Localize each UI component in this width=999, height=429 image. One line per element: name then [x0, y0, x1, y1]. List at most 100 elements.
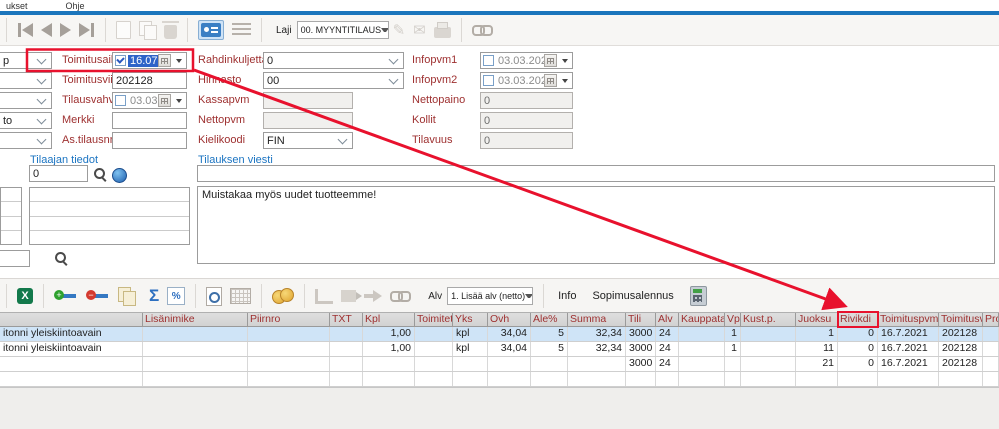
address-row[interactable] [30, 202, 189, 216]
delete-record-button[interactable] [164, 21, 177, 39]
checkbox[interactable] [115, 95, 126, 106]
table-row[interactable]: 30002421016.7.2021202128 [0, 357, 999, 372]
left-clipped-dropdown[interactable] [0, 92, 52, 109]
alv-dropdown[interactable]: 1. Lisää alv (netto) [447, 287, 533, 305]
search-icon[interactable] [93, 167, 108, 182]
delete-row-button[interactable] [86, 288, 110, 304]
first-record-button[interactable] [17, 23, 33, 37]
mail-button[interactable] [413, 21, 426, 39]
column-header-kauppatapa[interactable]: Kauppatapa [679, 313, 725, 326]
last-record-button[interactable] [79, 23, 95, 37]
export-excel-button[interactable] [17, 288, 33, 304]
customer-address-box[interactable] [29, 187, 190, 245]
previous-record-button[interactable] [41, 23, 52, 37]
checkbox[interactable] [115, 55, 126, 66]
left-clipped-dropdown[interactable]: to [0, 112, 52, 129]
field-hinnasto[interactable]: 00 [263, 72, 404, 89]
field-as-tilausnr[interactable] [112, 132, 187, 149]
column-header-projekti[interactable]: Projekti [983, 313, 999, 326]
column-header-txt[interactable]: TXT [330, 313, 363, 326]
link-rows-button[interactable] [390, 290, 410, 302]
calculator-button[interactable] [690, 286, 707, 306]
date-value[interactable]: 03.03.2021 [496, 75, 544, 87]
dropdown-arrow-icon[interactable] [176, 59, 182, 63]
dropdown-arrow-icon[interactable] [562, 79, 568, 83]
column-header-toimituspvm[interactable]: Toimituspvm [878, 313, 939, 326]
copy-rows-button[interactable] [118, 287, 135, 305]
column-header-piirnro[interactable]: Piirnro [248, 313, 330, 326]
column-header-summa[interactable]: Summa [568, 313, 626, 326]
card-view-button[interactable] [198, 20, 224, 40]
search-icon[interactable] [54, 251, 69, 266]
address-row[interactable] [30, 231, 189, 244]
left-clipped-dropdown[interactable] [0, 72, 52, 89]
field-nettopaino[interactable]: 0 [480, 92, 573, 109]
customer-number-input[interactable]: 0 [29, 165, 88, 182]
calendar-icon[interactable] [544, 54, 557, 67]
column-header-lis-nimike[interactable]: Lisänimike [143, 313, 248, 326]
field-toimitusviikko[interactable]: 202128 [112, 72, 187, 89]
sum-button[interactable] [149, 286, 159, 306]
field-kassapvm[interactable] [263, 92, 353, 109]
sopimusalennus-button[interactable]: Sopimusalennus [584, 287, 681, 305]
laji-dropdown[interactable]: 00. MYYNTITILAUS [297, 21, 389, 39]
table-row[interactable] [0, 372, 999, 387]
column-header-juoksu[interactable]: Juoksu [796, 313, 838, 326]
left-clipped-search-input[interactable] [0, 250, 30, 267]
field-tilausvahvistus[interactable]: 03.03.2021 [112, 92, 187, 109]
column-header-kpl[interactable]: Kpl [363, 313, 415, 326]
calendar-icon[interactable] [158, 54, 171, 67]
print-button[interactable] [434, 22, 451, 38]
table-row[interactable]: itonni yleiskiintoavain1,00kpl34,04532,3… [0, 327, 999, 342]
import-rows-button[interactable] [341, 290, 356, 302]
grid-view-button[interactable] [230, 288, 251, 304]
column-header-vp[interactable]: Vp [725, 313, 741, 326]
field-tilavuus[interactable]: 0 [480, 132, 573, 149]
column-header-yks[interactable]: Yks [453, 313, 488, 326]
calendar-icon[interactable] [544, 74, 557, 87]
date-value[interactable]: 03.03.2021 [496, 55, 544, 67]
column-header-kust-p[interactable]: Kust.p. [741, 313, 796, 326]
globe-icon[interactable] [112, 168, 127, 183]
prices-button[interactable] [272, 288, 294, 304]
column-header-rivikdi[interactable]: Rivikdi [838, 313, 878, 326]
field-rahdinkuljettaja[interactable]: 0 [263, 52, 404, 69]
list-view-button[interactable] [232, 23, 251, 38]
column-header-product[interactable] [0, 313, 143, 326]
table-row[interactable]: itonni yleiskiintoavain1,00kpl34,04532,3… [0, 342, 999, 357]
info-button[interactable]: Info [550, 287, 584, 305]
column-header-toimitettu[interactable]: Toimitettu [415, 313, 453, 326]
column-header-tili[interactable]: Tili [626, 313, 656, 326]
column-header-ale[interactable]: Ale% [531, 313, 568, 326]
address-row[interactable] [30, 188, 189, 202]
dropdown-arrow-icon[interactable] [562, 59, 568, 63]
copy-record-button[interactable] [139, 21, 156, 39]
preview-button[interactable] [206, 287, 222, 306]
field-kielikoodi[interactable]: FIN [263, 132, 353, 149]
date-value[interactable]: 03.03.2021 [128, 95, 158, 107]
order-message-subject-input[interactable] [197, 165, 995, 182]
add-row-button[interactable] [54, 288, 78, 304]
field-kollit[interactable]: 0 [480, 112, 573, 129]
link-button[interactable] [472, 24, 492, 36]
next-record-button[interactable] [60, 23, 71, 37]
field-toimitusaika[interactable]: 16.07.2021 [112, 52, 187, 69]
menu-item-asetukset[interactable]: ukset [6, 1, 28, 11]
move-row-button[interactable] [315, 289, 333, 304]
column-header-toimitusvko[interactable]: Toimitusvko [939, 313, 983, 326]
order-message-textarea[interactable]: Muistakaa myös uudet tuotteemme! [197, 186, 995, 264]
address-row[interactable] [30, 217, 189, 231]
edit-button[interactable] [393, 21, 406, 39]
calendar-icon[interactable] [158, 94, 171, 107]
field-infopvm1[interactable]: 03.03.2021 [480, 52, 573, 69]
left-clipped-dropdown[interactable] [0, 132, 52, 149]
left-clipped-dropdown[interactable]: p [0, 52, 52, 69]
column-header-alv[interactable]: Alv [656, 313, 679, 326]
field-infopvm2[interactable]: 03.03.2021 [480, 72, 573, 89]
field-nettopvm[interactable] [263, 112, 353, 129]
checkbox[interactable] [483, 75, 494, 86]
date-value[interactable]: 16.07.2021 [128, 55, 158, 67]
field-merkki[interactable] [112, 112, 187, 129]
menu-item-ohje[interactable]: Ohje [66, 1, 85, 11]
transfer-rows-button[interactable] [364, 290, 382, 302]
